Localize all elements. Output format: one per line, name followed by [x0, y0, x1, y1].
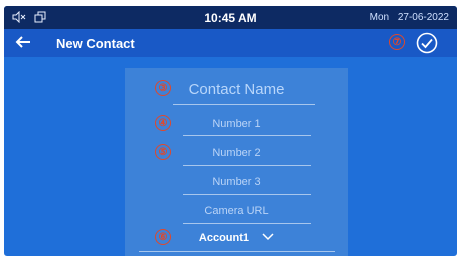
- number3-field[interactable]: Number 3: [125, 176, 348, 188]
- chevron-down-icon: [262, 232, 274, 244]
- arrow-left-icon[interactable]: [14, 33, 32, 55]
- status-date-value: 27-06-2022: [397, 12, 449, 23]
- account-underline: [139, 251, 335, 252]
- camera-url-underline: [183, 223, 311, 224]
- number2-underline: [183, 165, 311, 166]
- status-day: Mon: [369, 12, 390, 23]
- number3-underline: [183, 194, 311, 195]
- camera-url-field[interactable]: Camera URL: [125, 205, 348, 217]
- annotation-marker-7: ⑦: [389, 34, 405, 50]
- title-bar: New Contact ⑦: [4, 29, 457, 57]
- contact-name-underline: [173, 104, 315, 105]
- status-date: Mon 27-06-2022: [370, 12, 449, 23]
- status-bar: 10:45 AM Mon 27-06-2022: [4, 6, 457, 29]
- number1-underline: [183, 135, 311, 136]
- device-screen: 10:45 AM Mon 27-06-2022 New Contact ⑦ ③ …: [4, 6, 457, 256]
- contact-name-field[interactable]: Contact Name: [125, 81, 348, 98]
- number2-field[interactable]: Number 2: [125, 147, 348, 159]
- check-circle-icon[interactable]: [416, 32, 438, 59]
- page-title: New Contact: [56, 36, 135, 51]
- account-value: Account1: [198, 232, 250, 244]
- number1-field[interactable]: Number 1: [125, 118, 348, 130]
- contact-form: ③ Contact Name ④ Number 1 ⑤ Number 2 Num…: [125, 68, 348, 256]
- account-select[interactable]: Account1: [125, 232, 348, 244]
